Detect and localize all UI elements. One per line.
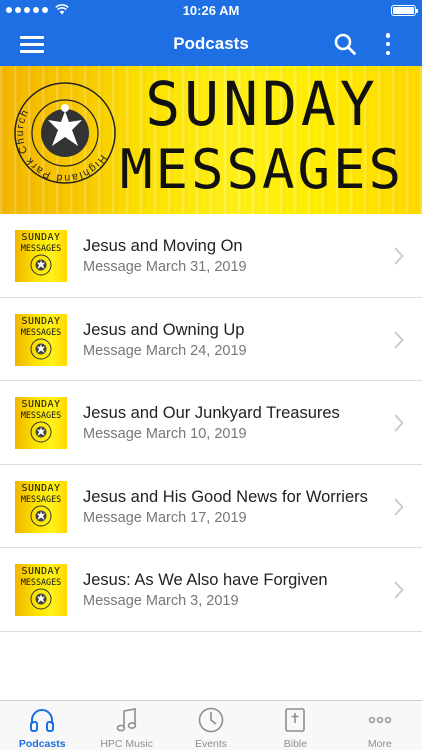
tab-label: Podcasts bbox=[18, 738, 66, 750]
tab-label: Bible bbox=[283, 738, 308, 750]
battery-icon bbox=[391, 5, 418, 16]
church-logo-icon bbox=[30, 505, 52, 526]
church-logo-icon bbox=[30, 254, 52, 276]
bible-icon bbox=[281, 706, 309, 734]
episode-date: Message March 24, 2019 bbox=[83, 342, 247, 359]
menu-icon[interactable] bbox=[20, 35, 44, 53]
chevron-right-icon bbox=[394, 498, 404, 515]
episode-title: Jesus and Moving On bbox=[83, 237, 243, 255]
status-bar: 10:26 AM bbox=[0, 0, 422, 22]
chevron-right-icon bbox=[394, 247, 404, 265]
tab-podcasts[interactable]: Podcasts bbox=[0, 701, 84, 750]
clock-icon bbox=[197, 706, 225, 734]
list-item[interactable]: SUNDAY MESSAGES Jesus: As We Also have F… bbox=[0, 548, 422, 632]
tab-events[interactable]: Events bbox=[169, 701, 253, 750]
tab-more[interactable]: More bbox=[338, 701, 422, 750]
chevron-right-icon bbox=[394, 581, 404, 599]
episode-thumbnail: SUNDAY MESSAGES bbox=[15, 313, 67, 366]
chevron-right-icon bbox=[394, 414, 404, 432]
episode-title: Jesus: As We Also have Forgiven bbox=[83, 571, 328, 589]
search-icon[interactable] bbox=[333, 32, 357, 56]
episode-date: Message March 10, 2019 bbox=[83, 426, 247, 442]
church-logo-icon bbox=[30, 421, 52, 443]
episode-thumbnail: SUNDAY MESSAGES bbox=[15, 564, 67, 616]
tab-bible[interactable]: Bible bbox=[253, 701, 337, 750]
episode-thumbnail: SUNDAY MESSAGES bbox=[15, 230, 67, 282]
headphones-icon bbox=[28, 706, 56, 734]
episode-thumbnail: SUNDAY MESSAGES bbox=[15, 480, 67, 533]
list-item[interactable]: SUNDAY MESSAGES Jesus and Our Junkyard T… bbox=[0, 381, 422, 465]
music-note-icon bbox=[113, 706, 141, 734]
church-logo: Highland Park Church bbox=[12, 82, 116, 186]
sunday-messages-banner: Highland Park Church SUNDAY MESSAGES bbox=[0, 66, 422, 214]
more-dots-icon bbox=[366, 706, 394, 734]
church-logo-icon bbox=[30, 338, 52, 359]
episode-date: Message March 31, 2019 bbox=[83, 259, 247, 275]
tab-bar: Podcasts HPC Music Events Bible More bbox=[0, 700, 422, 750]
episode-date: Message March 17, 2019 bbox=[83, 509, 247, 526]
chevron-right-icon bbox=[394, 331, 404, 348]
banner-title-line2: MESSAGES bbox=[119, 138, 405, 201]
episode-list: SUNDAY MESSAGES Jesus and Moving On Mess… bbox=[0, 214, 422, 632]
more-options-icon[interactable] bbox=[380, 31, 396, 57]
tab-label: More bbox=[367, 738, 392, 750]
nav-bar: Podcasts bbox=[0, 22, 422, 66]
tab-label: Events bbox=[194, 738, 228, 750]
list-item[interactable]: SUNDAY MESSAGES Jesus and Moving On Mess… bbox=[0, 214, 422, 298]
episode-title: Jesus and Our Junkyard Treasures bbox=[83, 404, 340, 422]
page-title: Podcasts bbox=[173, 34, 249, 53]
banner-title-line1: SUNDAY bbox=[145, 68, 379, 140]
episode-title: Jesus and Owning Up bbox=[83, 320, 245, 339]
status-time: 10:26 AM bbox=[182, 3, 240, 18]
church-logo-icon bbox=[30, 588, 52, 610]
list-item[interactable]: SUNDAY MESSAGES Jesus and Owning Up Mess… bbox=[0, 298, 422, 382]
tab-hpc-music[interactable]: HPC Music bbox=[84, 701, 168, 750]
list-item[interactable]: SUNDAY MESSAGES Jesus and His Good News … bbox=[0, 465, 422, 549]
episode-thumbnail: SUNDAY MESSAGES bbox=[15, 397, 67, 449]
tab-label: HPC Music bbox=[100, 738, 153, 750]
episode-date: Message March 3, 2019 bbox=[83, 593, 239, 609]
episode-title: Jesus and His Good News for Worriers bbox=[83, 487, 368, 506]
